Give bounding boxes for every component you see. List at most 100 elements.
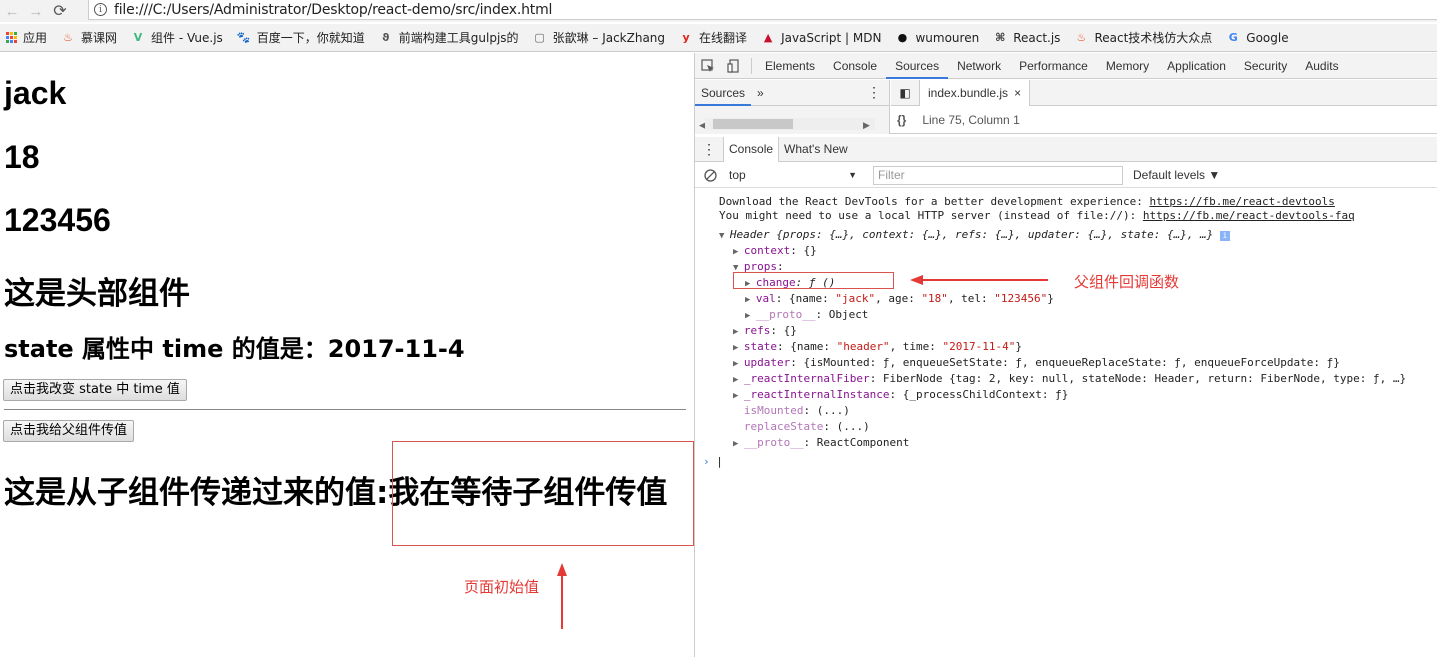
inspect-icon[interactable] bbox=[695, 53, 721, 79]
console-prop-context[interactable]: ▶ context: {} bbox=[733, 244, 817, 259]
send-to-parent-button[interactable]: 点击我给父组件传值 bbox=[3, 420, 135, 442]
bookmark-item[interactable]: 🐾 百度一下，你就知道 bbox=[237, 29, 365, 46]
bookmark-label: 在线翻译 bbox=[699, 31, 748, 45]
devtools-tab-console[interactable]: Console bbox=[824, 53, 886, 79]
bookmark-item[interactable]: G Google bbox=[1226, 30, 1289, 45]
pretty-print-icon[interactable]: {} bbox=[897, 113, 906, 127]
scroll-right-icon[interactable]: ▶ bbox=[863, 120, 870, 131]
bookmark-item[interactable]: ● wumouren bbox=[895, 31, 980, 45]
devtools-faq-link[interactable]: https://fb.me/react-devtools-faq bbox=[1143, 209, 1355, 222]
bookmark-item[interactable]: y 在线翻译 bbox=[679, 29, 747, 46]
back-button[interactable]: ← bbox=[0, 0, 24, 22]
collapsed-triangle-icon[interactable]: ▶ bbox=[733, 247, 744, 257]
browser-window: ← → ⟳ i file:///C:/Users/Administrator/D… bbox=[0, 0, 1437, 657]
console-message-text: Download the React DevTools for a better… bbox=[719, 195, 1150, 208]
prop-key: isMounted bbox=[743, 404, 804, 417]
bookmark-item[interactable]: ♨ 慕课网 bbox=[61, 29, 117, 46]
navigator-tab-sources[interactable]: Sources bbox=[695, 80, 752, 106]
reload-button[interactable]: ⟳ bbox=[48, 0, 72, 22]
log-levels-dropdown[interactable]: Default levels ▼ bbox=[1133, 168, 1220, 182]
console-message-text: You might need to use a local HTTP serve… bbox=[719, 209, 1143, 222]
console-prop-state[interactable]: ▶ state: {name: "header", time: "2017-11… bbox=[733, 340, 1022, 355]
collapsed-triangle-icon[interactable]: ▶ bbox=[745, 295, 756, 305]
cursor-position: Line 75, Column 1 bbox=[922, 112, 1020, 127]
devtools-tab-sources[interactable]: Sources bbox=[886, 53, 949, 79]
devtools-tab-audits[interactable]: Audits bbox=[1296, 53, 1347, 79]
devtools-tab-memory[interactable]: Memory bbox=[1097, 53, 1158, 79]
collapsed-triangle-icon[interactable]: ▶ bbox=[745, 311, 756, 321]
collapsed-triangle-icon[interactable]: ▶ bbox=[733, 359, 744, 369]
drawer-tabbar: ⋮ Console What's New bbox=[695, 136, 1437, 162]
gulp-icon: ϑ bbox=[382, 31, 390, 44]
navigator-scrollbar[interactable] bbox=[705, 118, 875, 130]
devtools-tab-elements[interactable]: Elements bbox=[756, 53, 824, 79]
drawer-tab-whats-new[interactable]: What's New bbox=[779, 137, 853, 162]
more-tabs-icon[interactable]: » bbox=[757, 86, 764, 100]
name-heading: jack bbox=[4, 75, 67, 111]
header-object-row[interactable]: ▼ Header {props: {…}, context: {…}, refs… bbox=[719, 228, 1230, 243]
devtools-tab-security[interactable]: Security bbox=[1235, 53, 1296, 79]
prop-string: "2017-11-4" bbox=[942, 340, 1016, 353]
info-icon[interactable]: i bbox=[94, 3, 107, 16]
file-tab[interactable]: index.bundle.js × bbox=[919, 79, 1031, 106]
console-filter-input[interactable]: Filter bbox=[873, 165, 1123, 185]
console-output: Download the React DevTools for a better… bbox=[695, 189, 1437, 657]
collapsed-triangle-icon[interactable]: ▶ bbox=[733, 439, 744, 449]
devtools-tabs: Elements Console Sources Network Performance… bbox=[756, 53, 1348, 79]
forward-button[interactable]: → bbox=[24, 0, 48, 22]
device-toolbar-icon[interactable] bbox=[721, 53, 747, 79]
bookmark-item[interactable]: V 组件 - Vue.js bbox=[131, 29, 223, 46]
console-prop-fiber[interactable]: ▶ _reactInternalFiber: FiberNode {tag: 2… bbox=[733, 372, 1406, 387]
collapsed-triangle-icon bbox=[733, 423, 744, 433]
console-prop-proto1[interactable]: ▶ __proto__: Object bbox=[745, 308, 868, 323]
toggle-navigator-icon[interactable]: ◧ bbox=[891, 86, 919, 100]
console-prop-updater[interactable]: ▶ updater: {isMounted: ƒ, enqueueSetStat… bbox=[733, 356, 1340, 371]
devtools-link[interactable]: https://fb.me/react-devtools bbox=[1149, 195, 1334, 208]
bookmark-item[interactable]: ϑ 前端构建工具gulpjs的 bbox=[379, 29, 518, 46]
console-prop-replaceState[interactable]: replaceState: (...) bbox=[733, 420, 870, 435]
console-prop-instance[interactable]: ▶ _reactInternalInstance: {_processChild… bbox=[733, 388, 1068, 403]
more-menu-icon[interactable]: ⋮ bbox=[867, 84, 881, 101]
left-arrow-icon bbox=[910, 275, 1048, 285]
change-time-button[interactable]: 点击我改变 state 中 time 值 bbox=[3, 379, 187, 401]
devtools-tab-network[interactable]: Network bbox=[948, 53, 1010, 79]
close-tab-icon[interactable]: × bbox=[1014, 86, 1021, 100]
collapsed-triangle-icon[interactable]: ▶ bbox=[733, 343, 744, 353]
console-prop-proto2[interactable]: ▶ __proto__: ReactComponent bbox=[733, 436, 909, 451]
devtools-tab-application[interactable]: Application bbox=[1158, 53, 1235, 79]
drawer-menu-icon[interactable]: ⋮ bbox=[695, 141, 723, 158]
devtools-tab-performance[interactable]: Performance bbox=[1010, 53, 1097, 79]
url-field[interactable]: i file:///C:/Users/Administrator/Desktop… bbox=[88, 0, 1437, 20]
prop-value: : {isMounted: ƒ, enqueueSetState: ƒ, enq… bbox=[790, 356, 1340, 369]
collapsed-triangle-icon[interactable]: ▶ bbox=[733, 327, 744, 337]
info-icon[interactable]: i bbox=[1219, 231, 1230, 241]
chevron-down-icon: ▼ bbox=[848, 170, 857, 180]
bookmarks-bar: 应用 ♨ 慕课网 V 组件 - Vue.js 🐾 百度一下，你就知道 ϑ 前端构建工具gulpj… bbox=[0, 24, 1437, 52]
console-toolbar: top ▼ Filter Default levels ▼ bbox=[695, 163, 1437, 188]
prop-value: : {name: bbox=[775, 292, 836, 305]
console-prop-val[interactable]: ▶ val: {name: "jack", age: "18", tel: "1… bbox=[745, 292, 1054, 307]
prop-string: "18" bbox=[921, 292, 948, 305]
bookmark-item[interactable]: ▢ 张歆琳 – JackZhang bbox=[533, 29, 665, 46]
expanded-triangle-icon[interactable]: ▼ bbox=[719, 231, 730, 241]
clear-console-icon[interactable] bbox=[704, 168, 717, 182]
bookmark-item[interactable]: ▲ JavaScript | MDN bbox=[761, 30, 882, 45]
bookmark-label: Google bbox=[1246, 30, 1289, 45]
console-prompt[interactable]: › | bbox=[703, 455, 723, 469]
console-prop-isMounted[interactable]: isMounted: (...) bbox=[733, 404, 850, 419]
bookmark-item[interactable]: 应用 bbox=[6, 29, 47, 46]
console-prop-refs[interactable]: ▶ refs: {} bbox=[733, 324, 797, 339]
collapsed-triangle-icon[interactable]: ▶ bbox=[733, 391, 744, 401]
flame-icon: ♨ bbox=[63, 31, 73, 44]
context-selector[interactable]: top ▼ bbox=[723, 166, 863, 185]
prop-value: , time: bbox=[889, 340, 943, 353]
bookmark-label: JavaScript | MDN bbox=[781, 30, 882, 45]
bookmark-label: 应用 bbox=[23, 31, 48, 45]
collapsed-triangle-icon[interactable]: ▶ bbox=[733, 375, 744, 385]
prop-value: : {} bbox=[790, 244, 817, 257]
age-heading: 18 bbox=[4, 139, 40, 175]
bookmark-item[interactable]: ⌘ React.js bbox=[993, 31, 1060, 45]
bookmark-item[interactable]: ♨ React技术栈仿大众点 bbox=[1074, 29, 1213, 46]
paw-icon: 🐾 bbox=[236, 31, 251, 44]
drawer-tab-console[interactable]: Console bbox=[723, 136, 780, 162]
